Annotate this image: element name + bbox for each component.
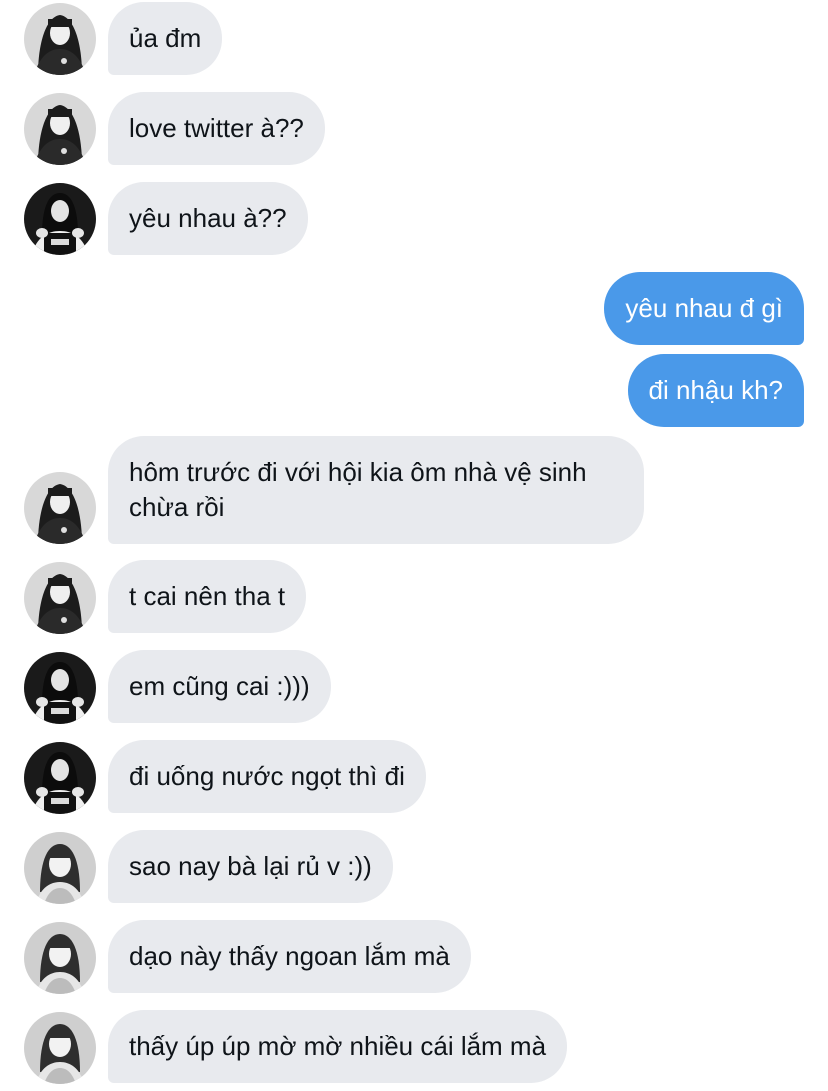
message-bubble-incoming[interactable]: hôm trước đi với hội kia ôm nhà vệ sinh … (108, 436, 644, 544)
message-bubble-incoming[interactable]: yêu nhau à?? (108, 182, 308, 255)
message-bubble-outgoing[interactable]: đi nhậu kh? (627, 354, 804, 427)
message-bubble-incoming[interactable]: t cai nên tha t (108, 560, 307, 633)
avatar[interactable] (24, 742, 96, 814)
message-bubble-incoming[interactable]: em cũng cai :))) (108, 650, 331, 723)
avatar[interactable] (24, 93, 96, 165)
avatar[interactable] (24, 472, 96, 544)
message-bubble-incoming[interactable]: thấy úp úp mờ mờ nhiều cái lắm mà (108, 1010, 568, 1083)
message-bubble-incoming[interactable]: đi uống nước ngọt thì đi (108, 740, 426, 813)
message-bubble-outgoing[interactable]: yêu nhau đ gì (604, 272, 804, 345)
avatar[interactable] (24, 652, 96, 724)
avatar[interactable] (24, 832, 96, 904)
message-bubble-incoming[interactable]: love twitter à?? (108, 92, 325, 165)
avatar[interactable] (24, 1012, 96, 1084)
avatar[interactable] (24, 922, 96, 994)
avatar[interactable] (24, 3, 96, 75)
avatar[interactable] (24, 562, 96, 634)
message-bubble-incoming[interactable]: ủa đm (108, 2, 223, 75)
avatar[interactable] (24, 183, 96, 255)
message-bubble-incoming[interactable]: sao nay bà lại rủ v :)) (108, 830, 393, 903)
message-bubble-incoming[interactable]: dạo này thấy ngoan lắm mà (108, 920, 471, 993)
